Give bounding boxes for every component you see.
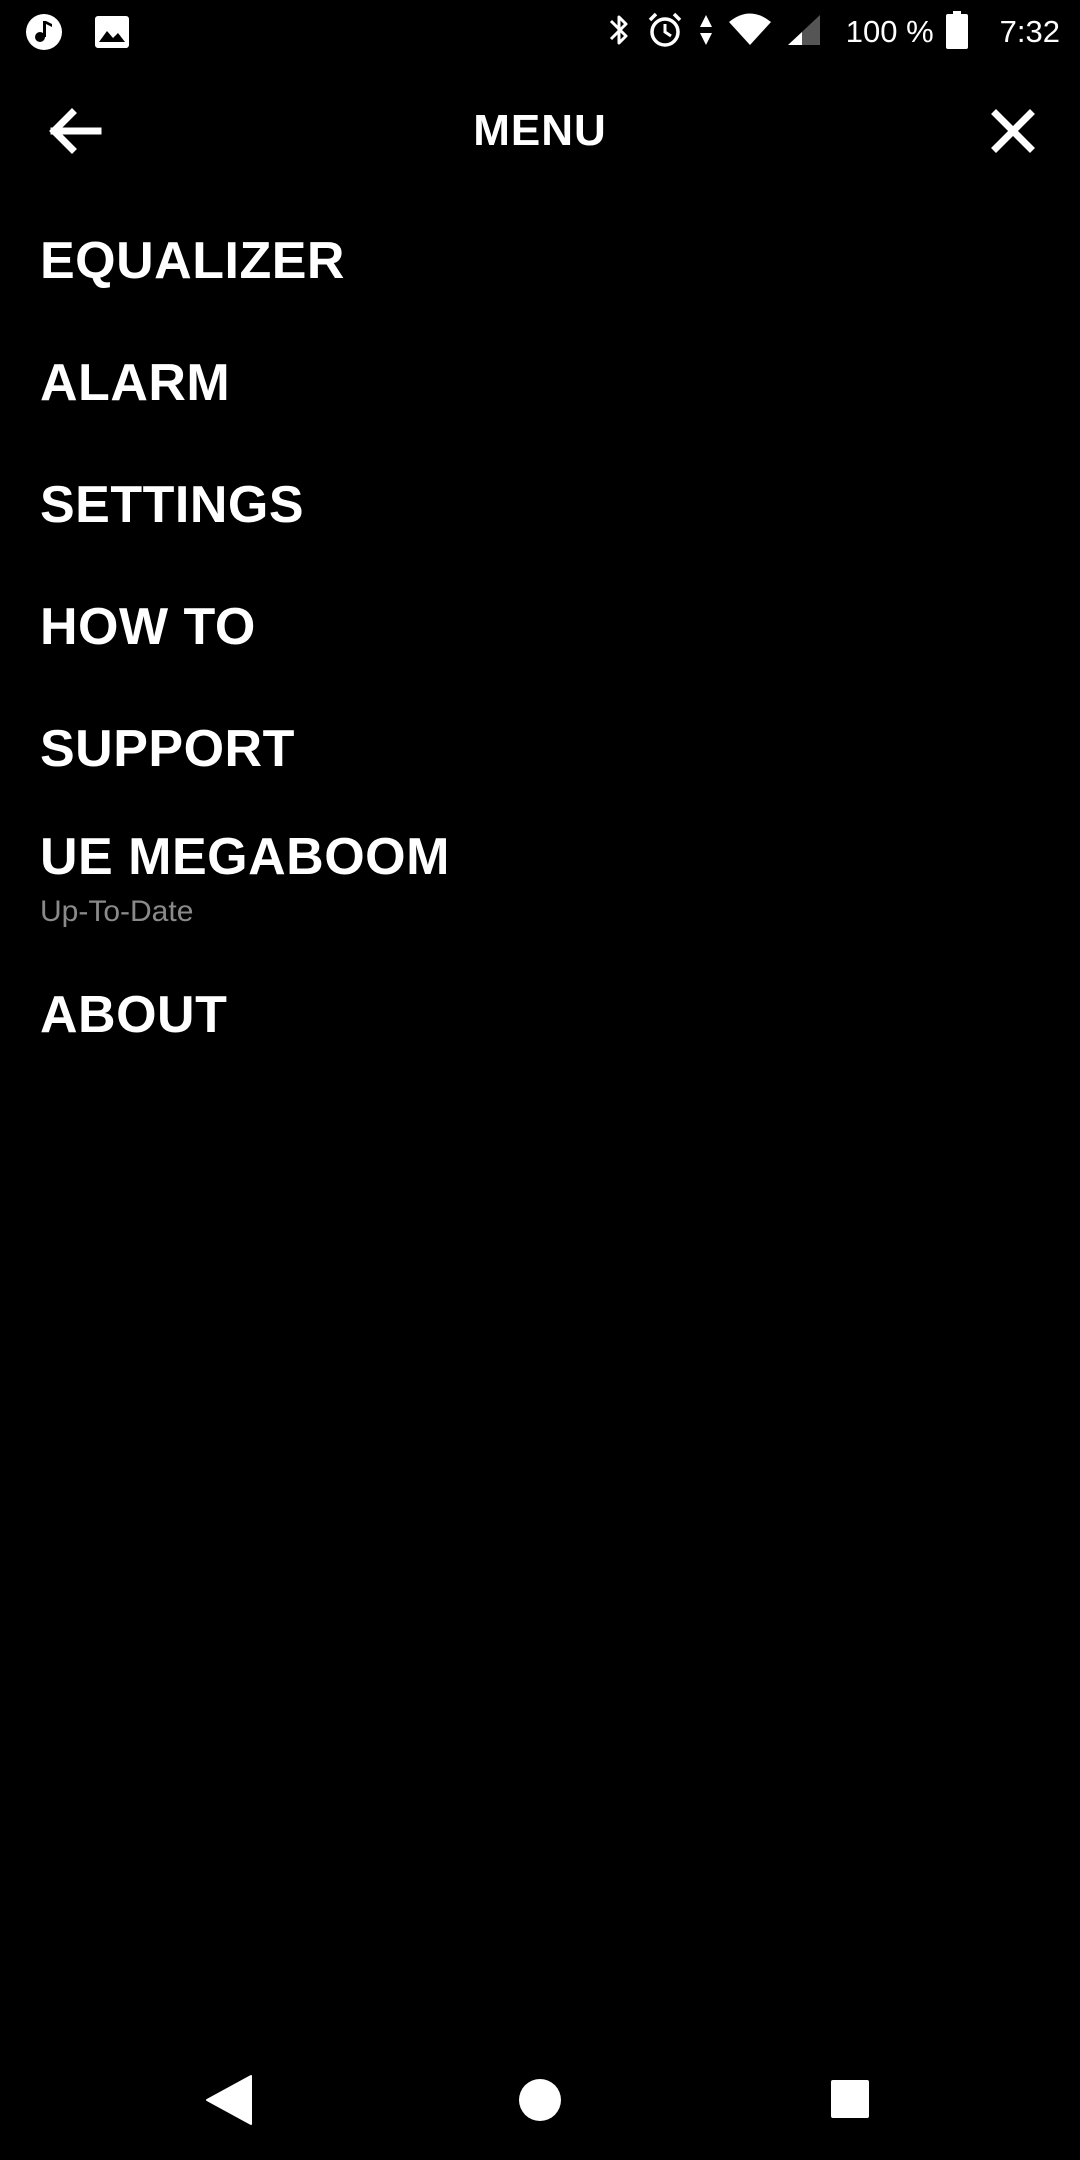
nav-recents-button[interactable] bbox=[830, 2079, 870, 2119]
status-bar: 100 % 7:32 bbox=[0, 0, 1080, 64]
image-icon bbox=[94, 15, 130, 54]
nav-back-button[interactable] bbox=[205, 2074, 253, 2126]
menu-item-support[interactable]: SUPPORT bbox=[40, 716, 295, 782]
music-note-icon bbox=[24, 12, 64, 57]
device-update-status: Up-To-Date bbox=[40, 895, 194, 928]
status-time: 7:32 bbox=[999, 14, 1060, 49]
data-arrows-icon bbox=[698, 13, 714, 52]
menu-header: MENU bbox=[0, 90, 1080, 172]
battery-percent: 100 % bbox=[845, 14, 934, 49]
cell-signal-icon bbox=[786, 13, 822, 52]
square-recents-icon bbox=[831, 2080, 869, 2118]
triangle-back-icon bbox=[206, 2075, 252, 2125]
menu-item-equalizer[interactable]: EQUALIZER bbox=[40, 228, 345, 294]
nav-home-button[interactable] bbox=[518, 2078, 562, 2122]
menu-item-settings[interactable]: SETTINGS bbox=[40, 472, 304, 538]
battery-icon bbox=[945, 10, 968, 54]
close-icon bbox=[991, 109, 1035, 153]
alarm-clock-icon bbox=[646, 11, 684, 54]
menu-item-about[interactable]: ABOUT bbox=[40, 982, 227, 1048]
wifi-icon bbox=[728, 13, 772, 52]
circle-home-icon bbox=[519, 2079, 561, 2121]
page-title: MENU bbox=[473, 106, 607, 155]
menu-item-alarm[interactable]: ALARM bbox=[40, 350, 230, 416]
bluetooth-icon bbox=[606, 12, 632, 53]
system-nav-bar bbox=[0, 2040, 1080, 2160]
device-name: UE MEGABOOM bbox=[40, 828, 450, 886]
close-button[interactable] bbox=[990, 108, 1036, 154]
menu-item-device[interactable]: UE MEGABOOM Up-To-Date bbox=[40, 824, 450, 930]
menu-item-how-to[interactable]: HOW TO bbox=[40, 594, 256, 660]
